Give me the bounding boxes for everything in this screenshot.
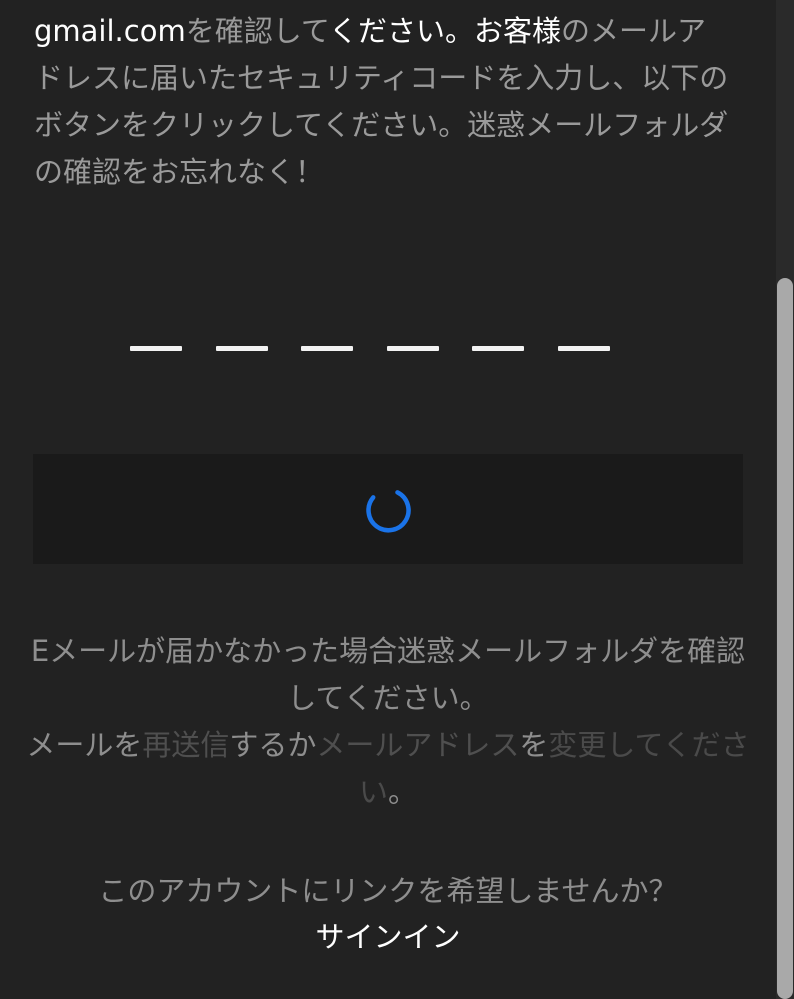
help-particle: を: [519, 728, 549, 762]
signin-link[interactable]: サインイン: [315, 915, 460, 959]
code-digit-slot-4[interactable]: [386, 346, 439, 351]
email-domain: gmail.com: [34, 14, 186, 48]
email-not-received-help: Eメールが届かなかった場合迷惑メールフォルダを確認してください。メールを再送信す…: [20, 628, 756, 816]
code-digit-slot-1[interactable]: [130, 346, 182, 351]
code-digit-slot-2[interactable]: [215, 346, 268, 351]
scrollbar-thumb[interactable]: [777, 278, 793, 999]
security-code-input[interactable]: [130, 346, 610, 352]
help-middle: するか: [229, 728, 317, 762]
help-prefix: メールを: [26, 728, 143, 762]
link-account-question: このアカウントにリンクを希望しませんか？: [98, 874, 678, 908]
verification-instructions: gmail.comを確認してください。お客様のメールアドレスに届いたセキュリティ…: [34, 8, 734, 196]
loading-spinner-icon: [366, 490, 411, 533]
account-link-section: このアカウントにリンクを希望しませんか？ サインイン: [20, 868, 756, 959]
instructions-text-2: ください。お客様: [328, 14, 561, 48]
help-period: 。: [388, 775, 418, 809]
help-line-1: Eメールが届かなかった場合迷惑メールフォルダを確認してください。: [30, 634, 746, 715]
code-digit-slot-6[interactable]: [557, 346, 610, 351]
code-digit-slot-3[interactable]: [301, 346, 354, 351]
verification-page: gmail.comを確認してください。お客様のメールアドレスに届いたセキュリティ…: [0, 0, 776, 999]
resend-email-link[interactable]: 再送信: [142, 728, 229, 762]
code-digit-slot-5[interactable]: [472, 346, 525, 351]
change-email-address-link[interactable]: メールアドレス: [316, 728, 519, 762]
instructions-text-1: を確認して: [185, 14, 329, 48]
